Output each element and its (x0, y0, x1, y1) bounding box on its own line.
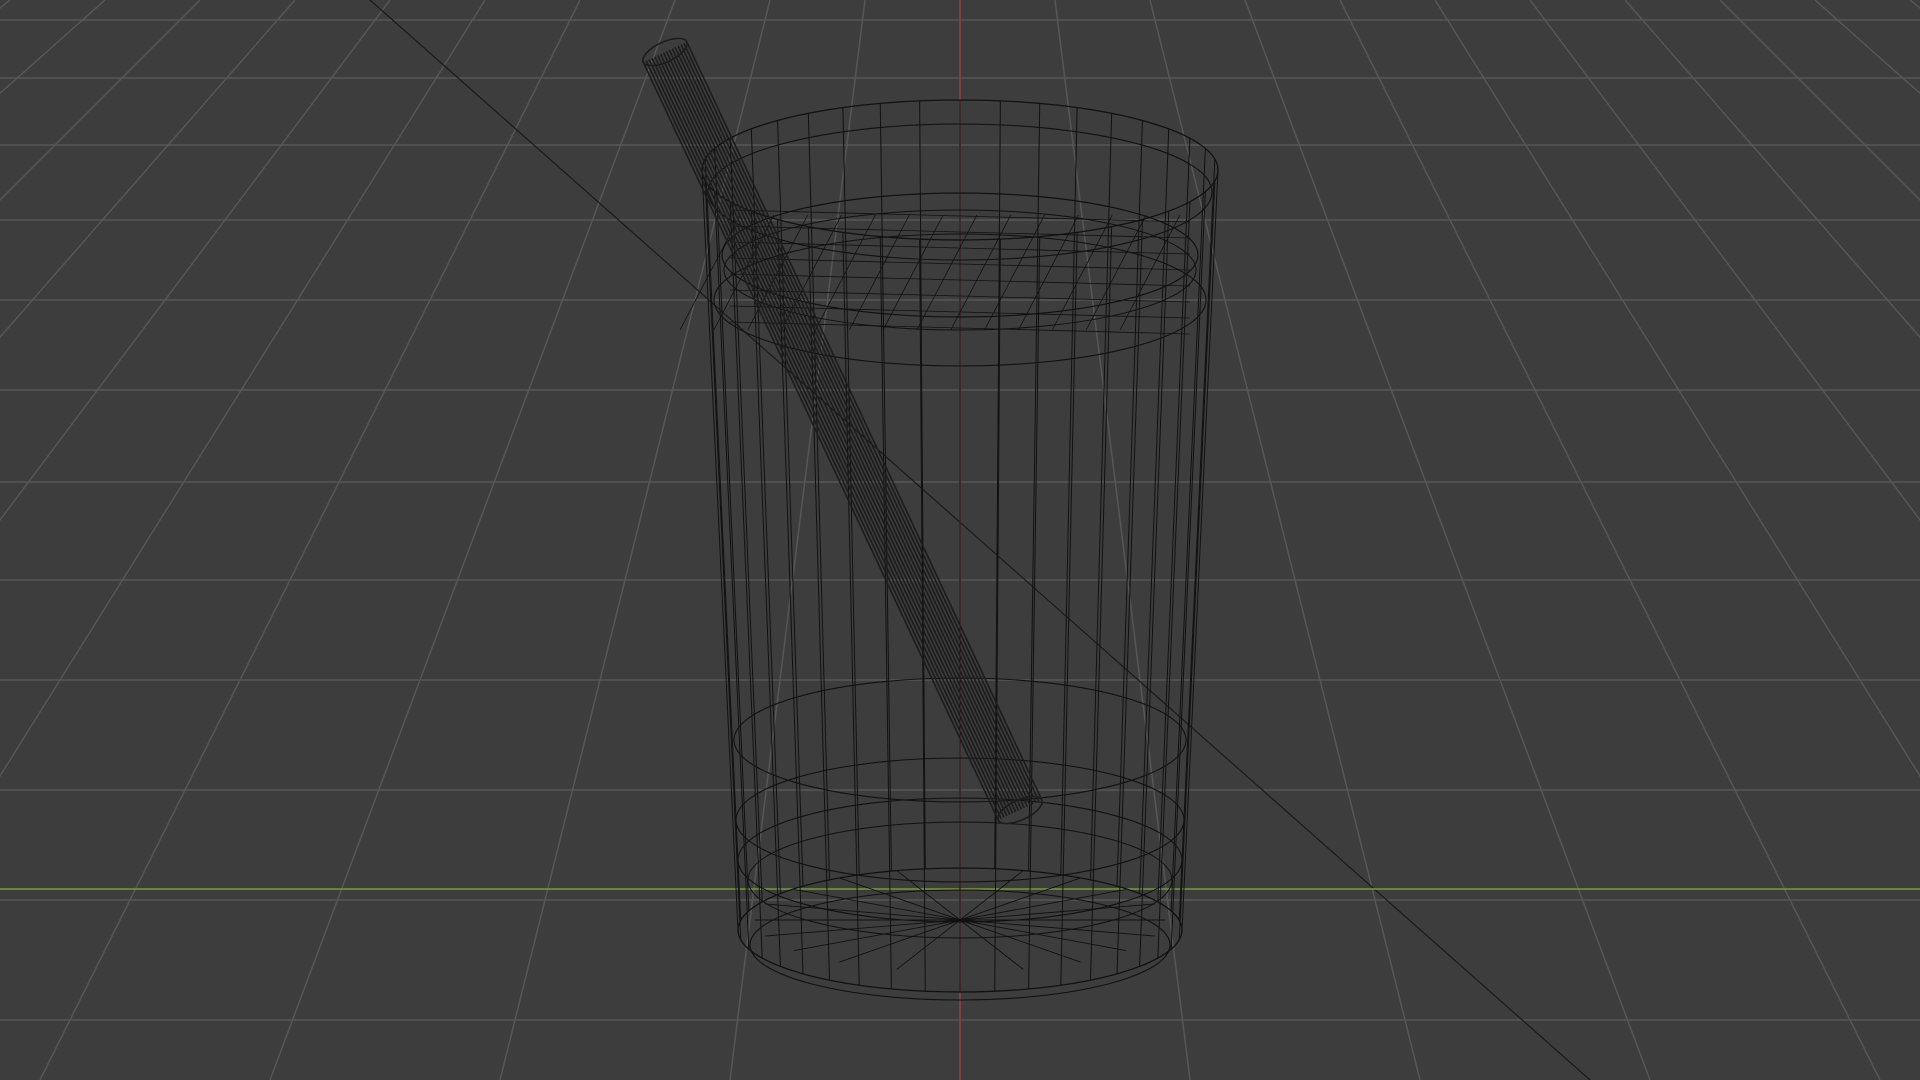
straw-edge (642, 61, 999, 821)
grid-line (0, 0, 486, 778)
grid-line (0, 0, 391, 522)
grid-line (0, 0, 11, 9)
glass-wireframe[interactable] (701, 99, 1219, 1001)
straw-edge (645, 60, 1002, 820)
grid-line (1339, 0, 1881, 1080)
glass-edge (1028, 103, 1041, 872)
straw-edge (668, 49, 1026, 809)
straw-edge (659, 53, 1017, 813)
straw-edge (686, 41, 1043, 801)
grid-line (0, 0, 106, 95)
glass-edge (704, 180, 742, 940)
grid-line (1909, 0, 1920, 9)
glass-edge (1139, 128, 1170, 894)
straw-edge (654, 56, 1011, 816)
glass-edge (1116, 120, 1143, 887)
glass-edge (994, 239, 1001, 992)
grid-line (269, 0, 676, 1080)
grid-line (1244, 0, 1651, 1080)
straw-edge (651, 57, 1008, 817)
grid-line (1719, 0, 1920, 201)
grid-line (1149, 0, 1421, 1080)
glass-edge (1170, 191, 1206, 950)
glass-edge (919, 100, 926, 869)
glass-edge (1060, 232, 1078, 986)
grid-line (1529, 0, 1920, 522)
grid-line (1814, 0, 1920, 95)
glass-edge (879, 236, 892, 989)
glass-edge (1028, 236, 1041, 989)
grid-line (1434, 0, 1920, 778)
glass-edge (714, 191, 750, 950)
3d-viewport[interactable] (0, 0, 1920, 1080)
liquid-edge (1119, 214, 1181, 331)
glass-edge (842, 232, 860, 986)
glass-edge (777, 120, 804, 887)
straw-wireframe[interactable] (639, 33, 1046, 829)
grid-line (39, 0, 581, 1080)
grid-line (0, 0, 201, 201)
glass-edge (1089, 226, 1113, 981)
grid-line (729, 0, 866, 1080)
glass-edge (1139, 211, 1170, 967)
liquid-edge (848, 214, 910, 331)
straw-edge (648, 59, 1005, 818)
grid-line (1054, 0, 1191, 1080)
liquid-edge (882, 214, 944, 331)
straw-edge (680, 44, 1037, 803)
glass-edge (1178, 180, 1216, 940)
